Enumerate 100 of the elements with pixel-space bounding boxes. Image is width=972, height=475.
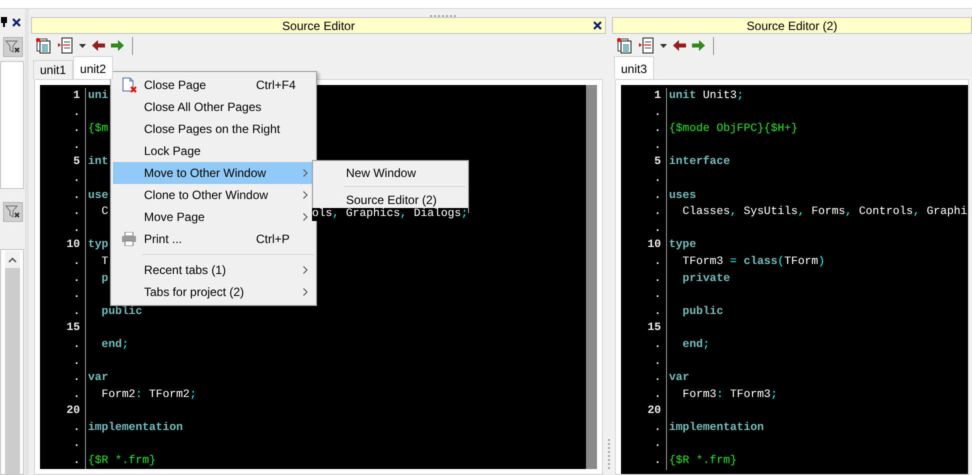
back-arrow-icon[interactable] — [673, 40, 686, 51]
code-line: uses — [669, 190, 696, 202]
caret-down-icon[interactable] — [79, 44, 86, 48]
line-number: 20 — [66, 405, 80, 418]
line-number: . — [654, 438, 661, 450]
line-number: . — [654, 338, 661, 351]
code-line: implementation — [669, 422, 764, 434]
code-line: end; — [100, 338, 129, 351]
line-number: . — [654, 172, 661, 185]
code-line: Form3: TForm3; — [682, 388, 778, 401]
code-line: private — [682, 272, 730, 285]
line-number: 10 — [647, 239, 661, 252]
code-line: {$m — [88, 123, 108, 136]
line-number: . — [654, 256, 661, 268]
scrollbar[interactable] — [586, 85, 597, 469]
line-number: . — [654, 388, 661, 401]
editor-tab[interactable]: unit3 — [614, 56, 654, 79]
menu-item-label: Lock Page — [144, 143, 201, 160]
forward-arrow-icon[interactable] — [111, 40, 124, 51]
line-number: . — [654, 289, 661, 302]
menu-item[interactable]: Close Pages on the Right — [113, 118, 314, 140]
line-number: . — [73, 140, 80, 152]
line-number: . — [73, 190, 80, 202]
printer-icon — [122, 232, 136, 246]
line-number: . — [654, 272, 661, 285]
line-number: . — [73, 123, 80, 136]
code-line: end; — [682, 338, 710, 351]
line-number: . — [654, 422, 661, 434]
menu-item[interactable]: Tabs for project (2) — [113, 281, 314, 303]
code-line: uni — [88, 90, 108, 102]
line-number: 15 — [647, 322, 661, 334]
scrollbar[interactable] — [4, 251, 20, 474]
code-line: interface — [669, 156, 730, 168]
line-number: . — [73, 422, 80, 434]
page-marker-icon[interactable] — [639, 37, 654, 54]
panel-title: Source Editor (2) — [746, 20, 838, 32]
line-number: 1 — [654, 90, 661, 102]
close-icon[interactable] — [593, 21, 602, 30]
line-number: . — [73, 256, 80, 268]
line-number: . — [654, 106, 661, 119]
code-line: use — [88, 190, 108, 202]
panel-title: Source Editor — [282, 20, 355, 32]
line-number: . — [73, 388, 80, 401]
code-line: var — [669, 372, 690, 384]
menu-item[interactable]: Move to Other Window — [113, 162, 314, 184]
caret-down-icon[interactable] — [660, 44, 667, 48]
editor-tab[interactable]: unit1 — [33, 60, 74, 79]
code-editor[interactable] — [621, 85, 968, 474]
code-line: public — [682, 306, 724, 318]
shortcut-label: Ctrl+P — [256, 231, 290, 248]
code-line: {$R *.frm} — [88, 455, 156, 468]
menu-item[interactable]: Recent tabs (1) — [113, 259, 314, 281]
line-number: . — [73, 106, 80, 119]
menu-item-label: Source Editor (2) — [346, 192, 437, 208]
code-line: int — [88, 156, 108, 168]
line-number: . — [654, 206, 661, 218]
close-icon[interactable] — [12, 18, 21, 26]
line-number: . — [73, 455, 80, 468]
line-number: . — [654, 190, 661, 202]
menu-item-label: Tabs for project (2) — [144, 284, 244, 301]
menu-item-label: Recent tabs (1) — [144, 262, 226, 279]
code-line: typ — [88, 239, 108, 252]
menu-item[interactable]: Lock Page — [113, 140, 314, 162]
code-line: public — [100, 306, 142, 318]
page-marker-icon[interactable] — [58, 37, 73, 54]
line-number: . — [654, 356, 661, 368]
scroll-up-icon[interactable] — [8, 256, 16, 262]
editor-tab[interactable]: unit2 — [73, 56, 114, 79]
menu-item[interactable]: New Window — [315, 163, 466, 183]
menu-item-label: Close All Other Pages — [144, 99, 262, 116]
back-arrow-icon[interactable] — [92, 40, 105, 51]
code-line: {$mode ObjFPC}{$H+} — [669, 123, 798, 136]
code-line: Classes, SysUtils, Forms, Controls, Graphi — [682, 206, 968, 218]
menu-item-label: Print ... — [144, 231, 182, 248]
line-number: 1 — [73, 90, 80, 102]
code-line: unit Unit3; — [669, 90, 744, 102]
page-list-icon[interactable] — [35, 37, 52, 54]
filter-clear-button[interactable] — [3, 37, 23, 57]
menu-item-label: New Window — [346, 165, 416, 182]
filter-clear-button[interactable] — [3, 202, 23, 222]
line-number: . — [654, 372, 661, 384]
menu-item-label: Close Pages on the Right — [144, 121, 280, 138]
line-number: 15 — [66, 322, 80, 334]
line-number: . — [654, 123, 661, 136]
menu-item-label: Clone to Other Window — [144, 187, 268, 204]
line-number: 5 — [654, 156, 661, 168]
page-list-icon[interactable] — [616, 37, 633, 54]
pin-icon[interactable] — [1, 17, 7, 27]
menu-item[interactable]: Print ... Ctrl+P — [113, 228, 314, 250]
code-line: implementation — [88, 422, 183, 434]
forward-arrow-icon[interactable] — [692, 40, 705, 51]
code-line: TForm3 = class(TForm) — [682, 256, 825, 268]
menu-item[interactable]: Clone to Other Window — [113, 184, 314, 206]
line-number: . — [73, 356, 80, 368]
menu-item[interactable]: Close All Other Pages — [113, 96, 314, 118]
menu-item-label: Move Page — [144, 209, 205, 226]
line-number: . — [73, 289, 80, 302]
line-number: . — [73, 372, 80, 384]
line-number: . — [654, 222, 661, 235]
menu-item[interactable]: Move Page — [113, 206, 314, 228]
